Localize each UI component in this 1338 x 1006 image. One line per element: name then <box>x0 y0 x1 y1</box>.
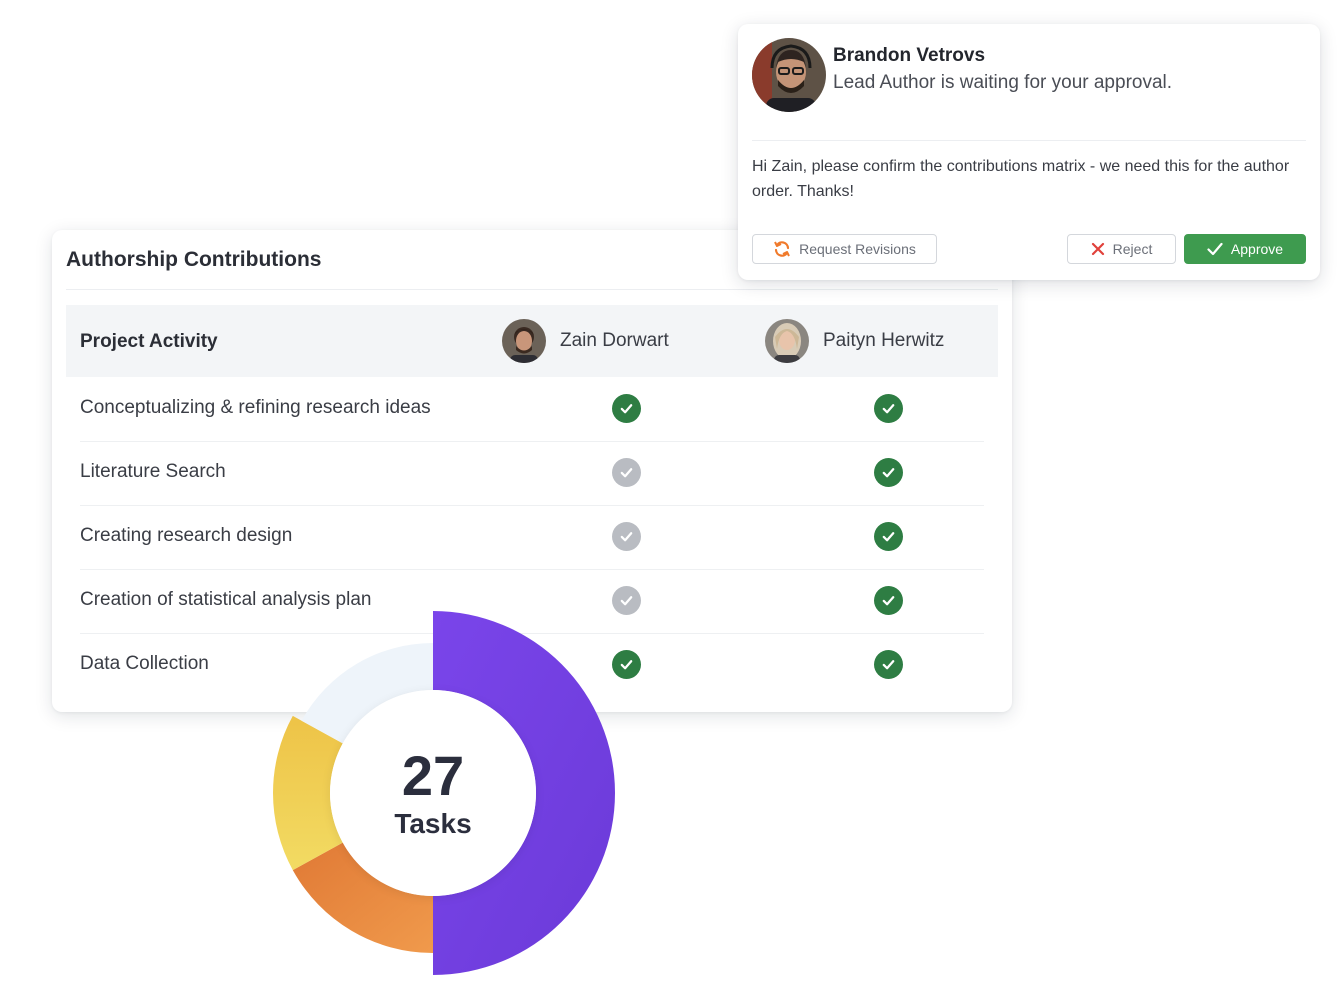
unchecked-icon[interactable] <box>612 458 641 487</box>
button-label: Reject <box>1112 241 1153 257</box>
request-revisions-button[interactable]: Request Revisions <box>752 234 937 264</box>
reject-button[interactable]: Reject <box>1067 234 1176 264</box>
check-icon <box>882 468 895 478</box>
card-title: Authorship Contributions <box>66 248 322 271</box>
checked-icon[interactable] <box>612 650 641 679</box>
check-icon <box>620 404 633 414</box>
check-icon <box>620 596 633 606</box>
activity-label: Literature Search <box>80 461 226 482</box>
notification-subtitle: Lead Author is waiting for your approval… <box>833 72 1173 93</box>
checked-icon[interactable] <box>874 650 903 679</box>
check-icon <box>620 532 633 542</box>
unchecked-icon[interactable] <box>612 586 641 615</box>
check-icon <box>1207 242 1223 256</box>
table-header: Project Activity Zain Dorwart Paityn Her… <box>66 305 998 377</box>
activity-label: Creation of statistical analysis plan <box>80 589 372 610</box>
person-name: Zain Dorwart <box>560 330 669 351</box>
sender-name: Brandon Vetrovs <box>833 45 986 66</box>
activity-label: Conceptualizing & refining research idea… <box>80 397 431 418</box>
checked-icon[interactable] <box>874 586 903 615</box>
task-count: 27 <box>401 744 465 807</box>
avatar <box>752 38 826 112</box>
approve-button[interactable]: Approve <box>1184 234 1306 264</box>
activity-label: Data Collection <box>80 653 209 674</box>
checked-icon[interactable] <box>874 522 903 551</box>
avatar <box>765 319 809 363</box>
button-label: Approve <box>1230 241 1284 257</box>
avatar <box>502 319 546 363</box>
check-icon <box>620 468 633 478</box>
unchecked-icon[interactable] <box>612 522 641 551</box>
approval-notification: Brandon Vetrovs Lead Author is waiting f… <box>738 24 1320 280</box>
close-icon <box>1091 242 1104 256</box>
column-header-activity: Project Activity <box>80 331 218 352</box>
check-icon <box>882 596 895 606</box>
divider <box>66 289 998 290</box>
divider <box>752 140 1306 141</box>
check-icon <box>882 532 895 542</box>
table-row: Conceptualizing & refining research idea… <box>80 377 984 442</box>
button-label: Request Revisions <box>799 241 916 257</box>
check-icon <box>620 660 633 670</box>
refresh-icon <box>774 241 791 257</box>
person-name: Paityn Herwitz <box>823 330 945 351</box>
column-header-person-2[interactable]: Paityn Herwitz <box>765 319 944 363</box>
checked-icon[interactable] <box>874 394 903 423</box>
checked-icon[interactable] <box>612 394 641 423</box>
notification-message: Hi Zain, please confirm the contribution… <box>752 158 1290 200</box>
check-icon <box>882 660 895 670</box>
task-label: Tasks <box>394 808 472 839</box>
column-header-person-1[interactable]: Zain Dorwart <box>502 319 669 363</box>
check-icon <box>882 404 895 414</box>
table-row: Literature Search <box>80 441 984 506</box>
activity-label: Creating research design <box>80 525 293 546</box>
checked-icon[interactable] <box>874 458 903 487</box>
table-row: Creating research design <box>80 505 984 570</box>
